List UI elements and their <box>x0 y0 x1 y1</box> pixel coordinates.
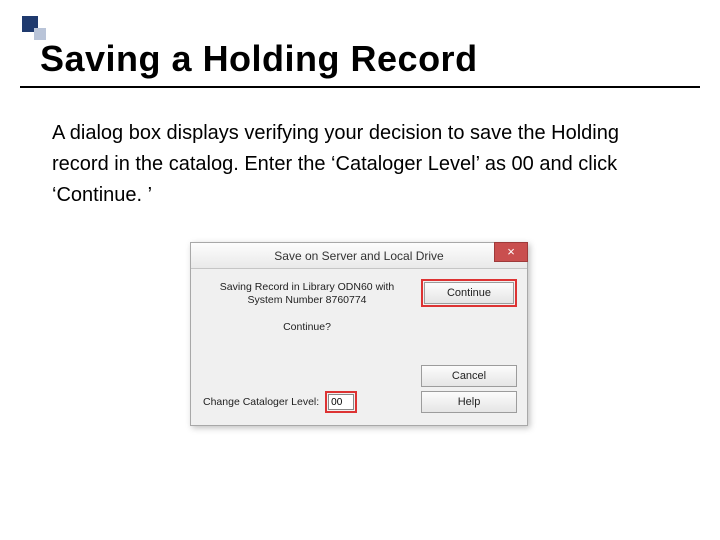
page-title: Saving a Holding Record <box>40 38 478 80</box>
cataloger-level-row: Change Cataloger Level: <box>201 391 413 413</box>
save-message: Saving Record in Library ODN60 with Syst… <box>201 281 413 307</box>
title-underline <box>20 86 700 88</box>
dialog-body: Saving Record in Library ODN60 with Syst… <box>191 269 527 425</box>
dialog-button-column: Continue Cancel Help <box>421 279 517 413</box>
save-dialog: Save on Server and Local Drive × Saving … <box>190 242 528 426</box>
close-button[interactable]: × <box>494 242 528 262</box>
save-message-line2: System Number 8760774 <box>247 294 366 306</box>
continue-highlight: Continue <box>421 279 517 307</box>
dialog-title: Save on Server and Local Drive <box>191 249 527 263</box>
cataloger-level-label: Change Cataloger Level: <box>203 396 319 408</box>
confirm-prompt: Continue? <box>201 321 413 333</box>
button-spacer <box>421 311 517 361</box>
dialog-screenshot: Save on Server and Local Drive × Saving … <box>190 242 528 426</box>
help-button[interactable]: Help <box>421 391 517 413</box>
close-icon: × <box>507 244 515 259</box>
cataloger-level-highlight <box>325 391 357 413</box>
save-message-line1: Saving Record in Library ODN60 with <box>220 281 395 293</box>
cancel-button[interactable]: Cancel <box>421 365 517 387</box>
dialog-titlebar: Save on Server and Local Drive × <box>191 243 527 269</box>
continue-button[interactable]: Continue <box>424 282 514 304</box>
cataloger-level-input[interactable] <box>328 394 354 410</box>
instruction-text: A dialog box displays verifying your dec… <box>52 118 662 211</box>
dialog-message-area: Saving Record in Library ODN60 with Syst… <box>201 279 413 413</box>
